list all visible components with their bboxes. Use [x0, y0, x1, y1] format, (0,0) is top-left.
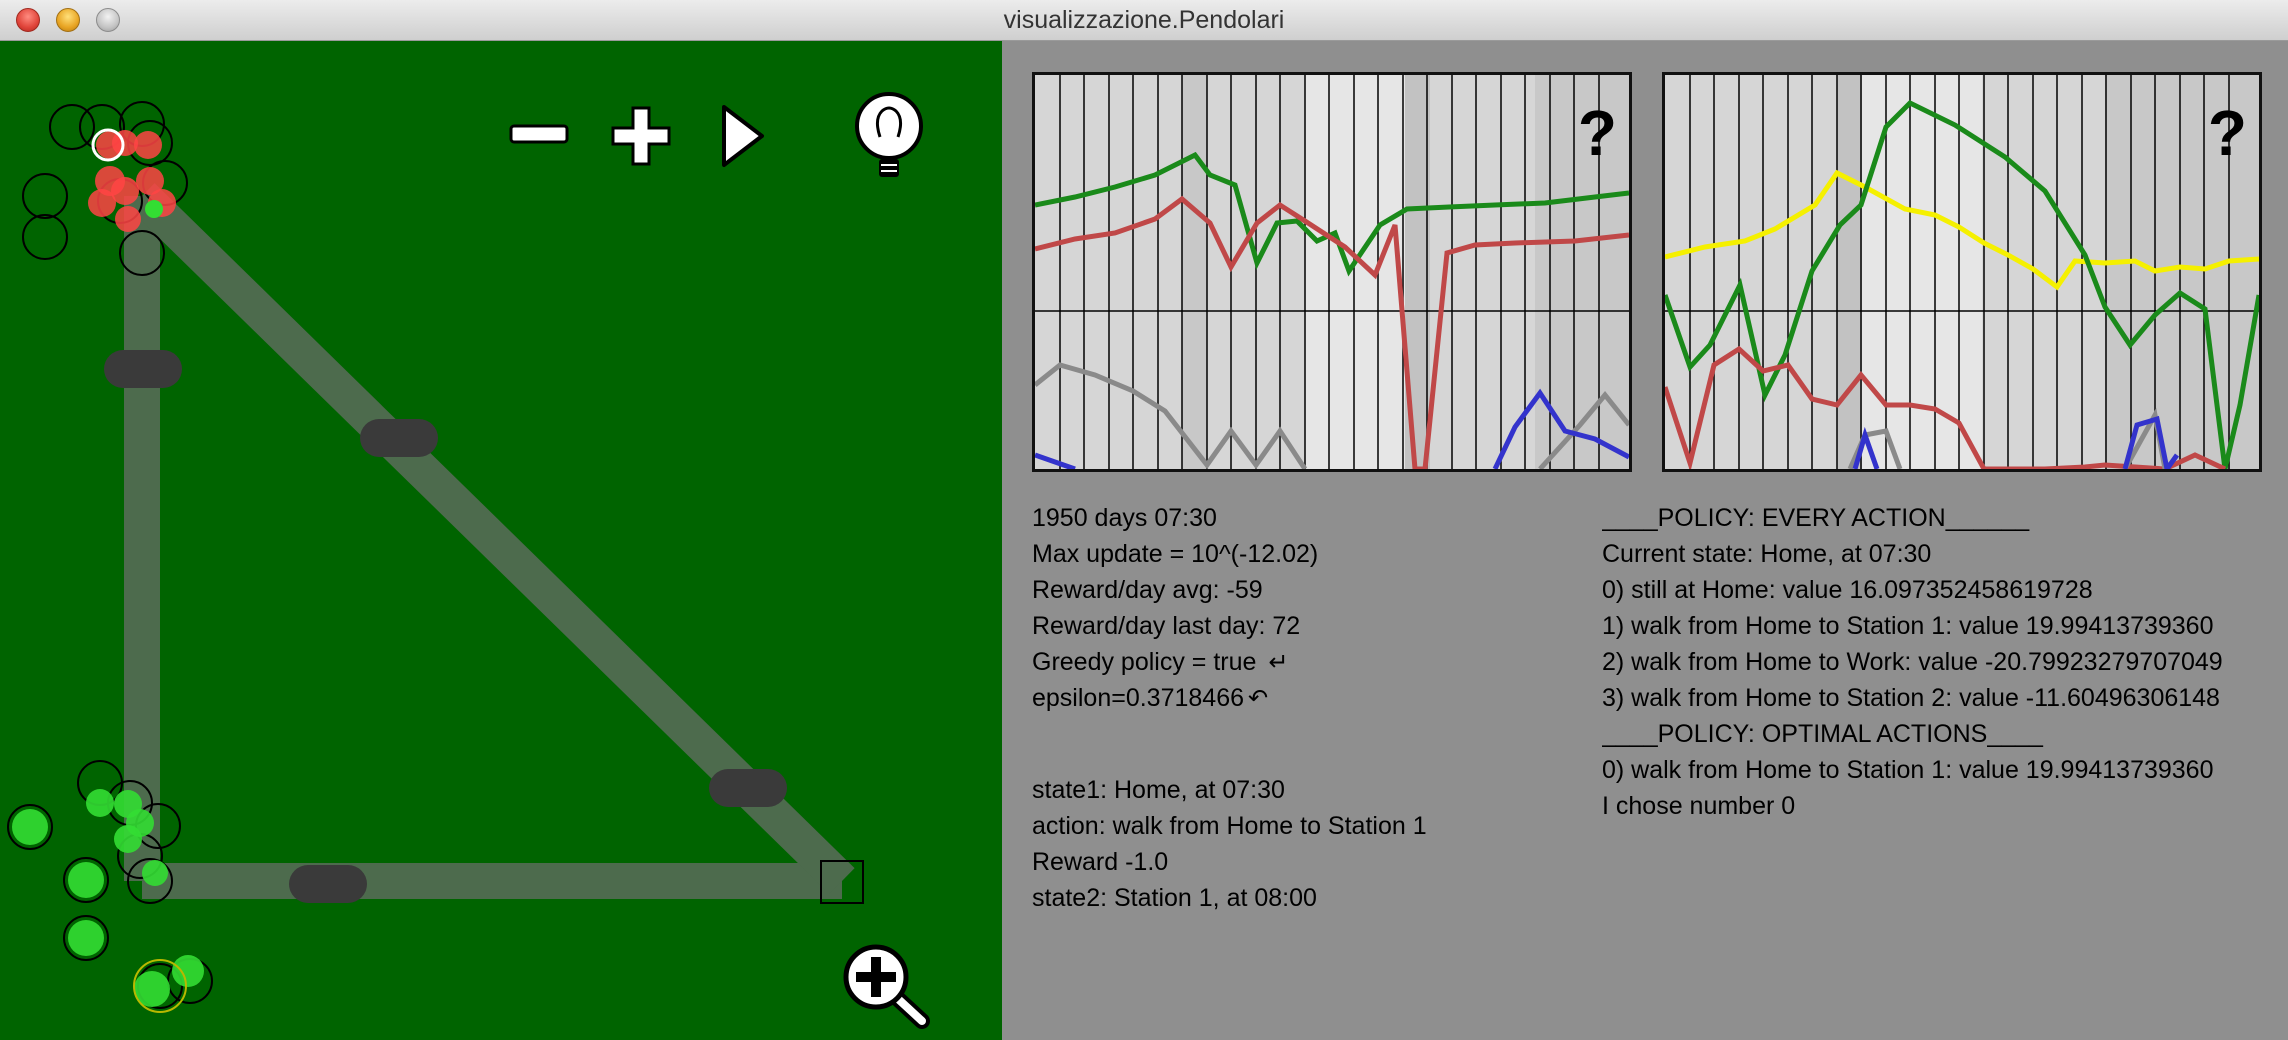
title-bar: visualizzazione.Pendolari — [0, 0, 2288, 41]
policy-action-3: 3) walk from Home to Station 2: value -1… — [1602, 684, 2220, 712]
reward-average: Reward/day avg: -59 — [1032, 576, 1263, 604]
greedy-policy-row: Greedy policy = true ↵ — [1032, 647, 1289, 678]
station-marker — [709, 769, 787, 807]
policy-optimal-0: 0) walk from Home to Station 1: value 19… — [1602, 756, 2214, 784]
reward-last-day: Reward/day last day: 72 — [1032, 612, 1301, 640]
epsilon-row: epsilon=0.3718466 ↶ — [1032, 683, 1268, 714]
max-update: Max update = 10^(-12.02) — [1032, 540, 1319, 568]
value-history-chart-left[interactable]: ? — [1032, 72, 1632, 472]
play-button[interactable] — [718, 103, 766, 169]
transition-action: action: walk from Home to Station 1 — [1032, 812, 1427, 840]
hint-button[interactable] — [852, 89, 926, 181]
lightbulb-icon — [855, 92, 923, 177]
policy-choice: I chose number 0 — [1602, 792, 1796, 820]
commuters-red — [88, 130, 176, 232]
zoom-out-button[interactable] — [508, 112, 570, 156]
transition-reward: Reward -1.0 — [1032, 848, 1169, 876]
minus-icon — [509, 124, 569, 144]
return-arrow-icon[interactable]: ↵ — [1268, 648, 1288, 678]
policy-action-1: 1) walk from Home to Station 1: value 19… — [1602, 612, 2214, 640]
station-marker — [104, 350, 182, 388]
policy-current-state: Current state: Home, at 07:30 — [1602, 540, 1932, 568]
info-panel: ? ? 1950 days 07:30 Max update = 10^(-12… — [1002, 41, 2288, 1040]
window-title: visualizzazione.Pendolari — [1003, 6, 1285, 34]
policy-header-every: ____POLICY: EVERY ACTION______ — [1602, 504, 2030, 532]
simulation-canvas[interactable] — [0, 41, 1002, 1040]
days-counter: 1950 days 07:30 — [1032, 504, 1217, 532]
series-blue-line — [1035, 452, 1076, 469]
greedy-policy-label: Greedy policy = true — [1032, 648, 1257, 676]
policy-action-0: 0) still at Home: value 16.0973524586197… — [1602, 576, 2093, 604]
undo-arrow-icon[interactable]: ↶ — [1248, 684, 1268, 714]
policy-panel: ____POLICY: EVERY ACTION______ Current s… — [1602, 41, 2288, 1040]
station-marker — [360, 419, 438, 457]
policy-action-2: 2) walk from Home to Work: value -20.799… — [1602, 648, 2223, 676]
magnify-button[interactable] — [840, 941, 930, 1031]
transition-state1: state1: Home, at 07:30 — [1032, 776, 1285, 804]
station-marker — [289, 865, 367, 903]
magnifier-zoom-icon — [843, 944, 930, 1029]
policy-header-optimal: ____POLICY: OPTIMAL ACTIONS____ — [1602, 720, 2043, 748]
commuter-green — [145, 200, 163, 218]
play-icon — [722, 105, 764, 167]
transition-state2: state2: Station 1, at 08:00 — [1032, 884, 1317, 912]
chart-background-bands — [1182, 75, 1629, 469]
zoom-in-button[interactable] — [610, 105, 672, 167]
epsilon-label: epsilon=0.3718466 — [1032, 684, 1244, 712]
plus-icon — [611, 106, 671, 166]
app-window: visualizzazione.Pendolari ? ? 1950 days … — [0, 0, 2288, 1040]
series-gray-line — [1035, 362, 1308, 469]
